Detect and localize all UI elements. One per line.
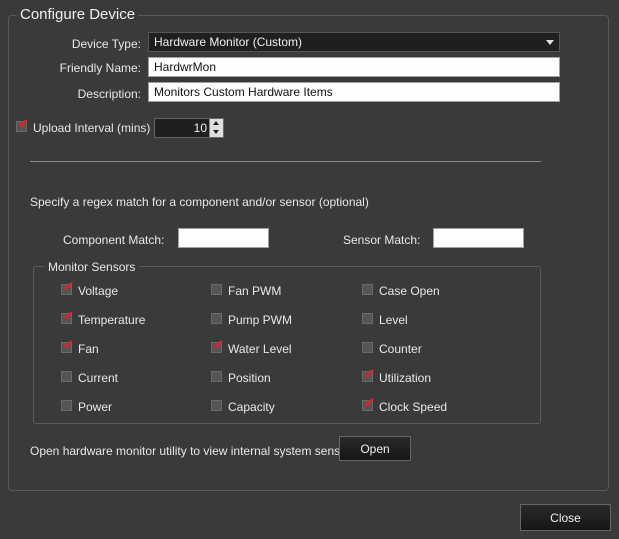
upload-interval-label: Upload Interval (mins) [33, 121, 151, 135]
chevron-down-icon[interactable] [546, 40, 554, 45]
sensor-label: Voltage [78, 284, 119, 298]
upload-interval-checkbox[interactable]: ✔ [16, 116, 29, 132]
sensor-match-input[interactable] [433, 228, 524, 248]
sensor-checkbox[interactable] [211, 371, 222, 382]
sensor-checkbox[interactable]: ✔ [61, 308, 74, 324]
sensor-label: Capacity [228, 400, 275, 414]
device-type-value: Hardware Monitor (Custom) [154, 35, 303, 49]
check-icon: ✔ [63, 279, 74, 294]
sensor-label: Temperature [78, 313, 146, 327]
sensor-checkbox[interactable] [362, 313, 373, 324]
sensor-label: Level [379, 313, 408, 327]
sensor-checkbox[interactable] [362, 284, 373, 295]
sensor-label: Water Level [228, 342, 292, 356]
check-icon: ✔ [18, 116, 29, 131]
sensor-label: Counter [379, 342, 422, 356]
check-icon: ✔ [213, 337, 224, 352]
upload-interval-stepper[interactable]: 10 [154, 118, 224, 138]
sensor-checkbox[interactable]: ✔ [362, 395, 375, 411]
check-icon: ✔ [364, 366, 375, 381]
friendly-name-label: Friendly Name: [59, 61, 141, 75]
open-button[interactable]: Open [339, 436, 411, 461]
decrement-arrow-icon[interactable] [209, 128, 223, 137]
device-type-label: Device Type: [71, 37, 141, 51]
sensor-checkbox[interactable] [211, 284, 222, 295]
description-input[interactable] [148, 82, 560, 102]
sensor-label: Pump PWM [228, 313, 293, 327]
group-title: Configure Device [17, 6, 139, 23]
regex-prompt: Specify a regex match for a component an… [30, 195, 369, 209]
sensor-checkbox[interactable] [362, 342, 373, 353]
sensor-checkbox[interactable]: ✔ [211, 337, 224, 353]
sensor-checkbox[interactable] [211, 313, 222, 324]
sensor-label: Fan PWM [228, 284, 282, 298]
open-utility-text: Open hardware monitor utility to view in… [30, 444, 357, 458]
sensor-match-label: Sensor Match: [343, 233, 421, 247]
sensor-label: Case Open [379, 284, 440, 298]
device-type-dropdown[interactable]: Hardware Monitor (Custom) [148, 32, 560, 52]
sensor-label: Clock Speed [379, 400, 448, 414]
sensor-label: Current [78, 371, 119, 385]
sensor-checkbox[interactable]: ✔ [61, 337, 74, 353]
friendly-name-input[interactable] [148, 57, 560, 77]
check-icon: ✔ [364, 395, 375, 410]
sensor-checkbox[interactable] [211, 400, 222, 411]
check-icon: ✔ [63, 308, 74, 323]
description-label: Description: [77, 87, 141, 101]
component-match-input[interactable] [178, 228, 269, 248]
monitor-sensors-title: Monitor Sensors [44, 260, 140, 274]
separator [30, 161, 541, 162]
sensor-checkbox[interactable]: ✔ [362, 366, 375, 382]
sensor-label: Utilization [379, 371, 432, 385]
check-icon: ✔ [63, 337, 74, 352]
sensor-label: Power [78, 400, 113, 414]
close-button[interactable]: Close [520, 504, 611, 531]
sensor-checkbox[interactable] [61, 400, 72, 411]
upload-interval-value[interactable]: 10 [194, 121, 207, 135]
sensor-checkbox[interactable] [61, 371, 72, 382]
sensor-checkbox[interactable]: ✔ [61, 279, 74, 295]
increment-arrow-icon[interactable] [209, 119, 223, 128]
component-match-label: Component Match: [63, 233, 165, 247]
sensor-label: Fan [78, 342, 99, 356]
sensor-label: Position [228, 371, 271, 385]
